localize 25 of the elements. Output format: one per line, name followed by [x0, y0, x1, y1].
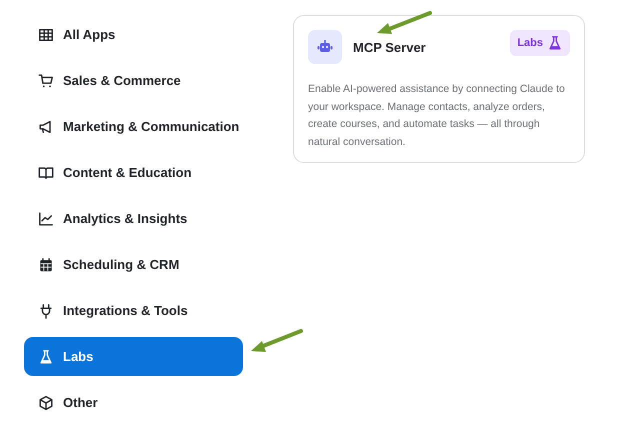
sidebar-item[interactable]: Marketing & Communication: [24, 107, 243, 146]
book-icon: [38, 164, 54, 180]
card-description: Enable AI-powered assistance by connecting Claude to your workspace. Manage contacts, analyze orders, create courses, and automate tasks — all through natural conversation.: [308, 82, 566, 150]
sidebar-item[interactable]: Sales & Commerce: [24, 61, 243, 100]
labs-badge: Labs: [510, 30, 570, 56]
sidebar-item[interactable]: Other: [24, 383, 243, 422]
sidebar-item[interactable]: Content & Education: [24, 153, 243, 192]
sidebar-item[interactable]: Scheduling & CRM: [24, 245, 243, 284]
line-chart-icon: [38, 210, 54, 226]
grid-icon: [38, 26, 54, 42]
card-title: MCP Server: [353, 40, 427, 54]
flask-icon: [547, 35, 563, 51]
arrow-annotation: [377, 11, 432, 34]
robot-icon: [317, 40, 333, 54]
arrow-annotation: [251, 329, 303, 352]
calendar-icon: [38, 256, 54, 272]
sidebar-item[interactable]: Labs: [24, 337, 243, 376]
cube-icon: [38, 394, 54, 410]
plug-icon: [38, 302, 54, 318]
sidebar-item[interactable]: Integrations & Tools: [24, 291, 243, 330]
app-card[interactable]: MCP Server Labs Enable AI-powered assistance by connecting Claude to your workspace. Manage contacts, analyze orders, create courses, and automate tasks — all through natural conversation.: [293, 15, 585, 163]
sidebar-item[interactable]: All Apps: [24, 15, 243, 54]
sidebar-item[interactable]: Analytics & Insights: [24, 199, 243, 238]
cart-icon: [38, 72, 54, 88]
flask-icon: [38, 348, 54, 364]
